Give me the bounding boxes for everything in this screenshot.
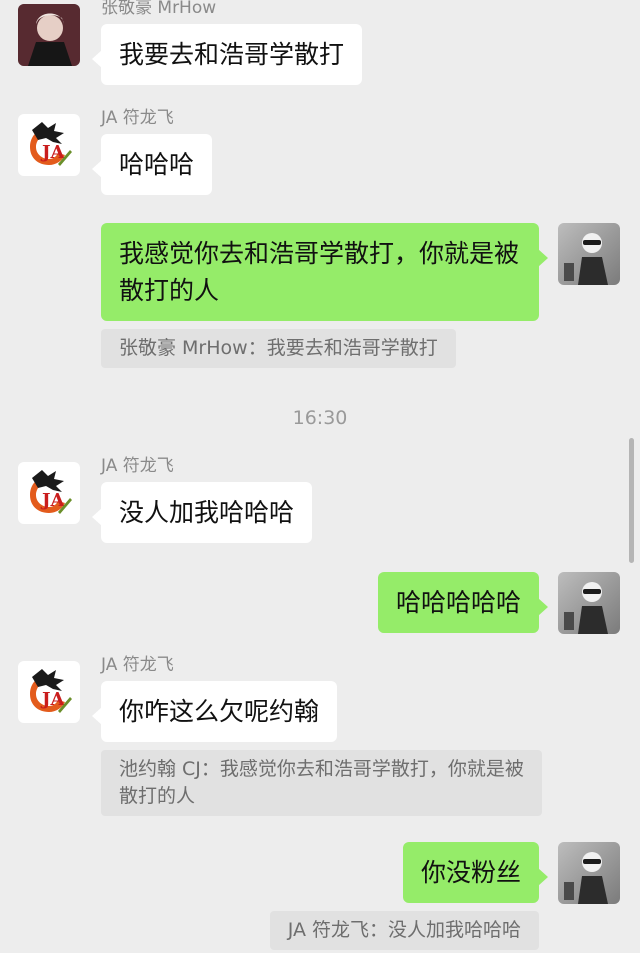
self-avatar[interactable]: [558, 223, 620, 285]
message-bubble-incoming[interactable]: 没人加我哈哈哈: [91, 482, 313, 543]
quote-text: 池约翰 CJ：我感觉你去和浩哥学散打，你就是被散打的人: [119, 758, 524, 807]
timestamp: 16:30: [292, 407, 348, 429]
message-bubble-outgoing[interactable]: 哈哈哈哈哈: [377, 572, 549, 633]
message-text: 哈哈哈哈哈: [395, 588, 521, 617]
user-avatar-mrhow[interactable]: [18, 4, 80, 66]
message-text: 你咋这么欠呢约翰: [119, 697, 320, 726]
quote-text: 张敬豪 MrHow：我要去和浩哥学散打: [119, 337, 438, 359]
message-bubble-incoming[interactable]: 哈哈哈: [91, 134, 213, 195]
sender-name: JA 符龙飞: [101, 108, 174, 128]
message-text: 我要去和浩哥学散打: [119, 40, 345, 69]
quoted-reply[interactable]: 张敬豪 MrHow：我要去和浩哥学散打: [101, 329, 456, 368]
ja-dragon-logo[interactable]: [18, 114, 80, 176]
message-text: 没人加我哈哈哈: [119, 498, 295, 527]
message-text: 我感觉你去和浩哥学散打，你就是被散打的人: [119, 239, 520, 305]
self-avatar[interactable]: [558, 842, 620, 904]
message-bubble-outgoing[interactable]: 我感觉你去和浩哥学散打，你就是被散打的人: [101, 223, 548, 321]
message-bubble-incoming[interactable]: 你咋这么欠呢约翰: [91, 681, 338, 742]
ja-dragon-logo[interactable]: [18, 661, 80, 723]
ja-dragon-logo[interactable]: [18, 462, 80, 524]
self-avatar[interactable]: [558, 572, 620, 634]
message-bubble-incoming[interactable]: 我要去和浩哥学散打: [91, 24, 363, 85]
quote-text: JA 符龙飞：没人加我哈哈哈: [287, 919, 521, 941]
sender-name: JA 符龙飞: [101, 456, 174, 476]
scrollbar[interactable]: [629, 438, 634, 563]
message-text: 你没粉丝: [420, 858, 521, 887]
quoted-reply[interactable]: JA 符龙飞：没人加我哈哈哈: [269, 911, 539, 950]
message-text: 哈哈哈: [119, 150, 195, 179]
sender-name: 张敬豪 MrHow: [101, 0, 217, 18]
message-bubble-outgoing[interactable]: 你没粉丝: [402, 842, 549, 903]
sender-name: JA 符龙飞: [101, 655, 174, 675]
quoted-reply[interactable]: 池约翰 CJ：我感觉你去和浩哥学散打，你就是被散打的人: [101, 750, 542, 816]
